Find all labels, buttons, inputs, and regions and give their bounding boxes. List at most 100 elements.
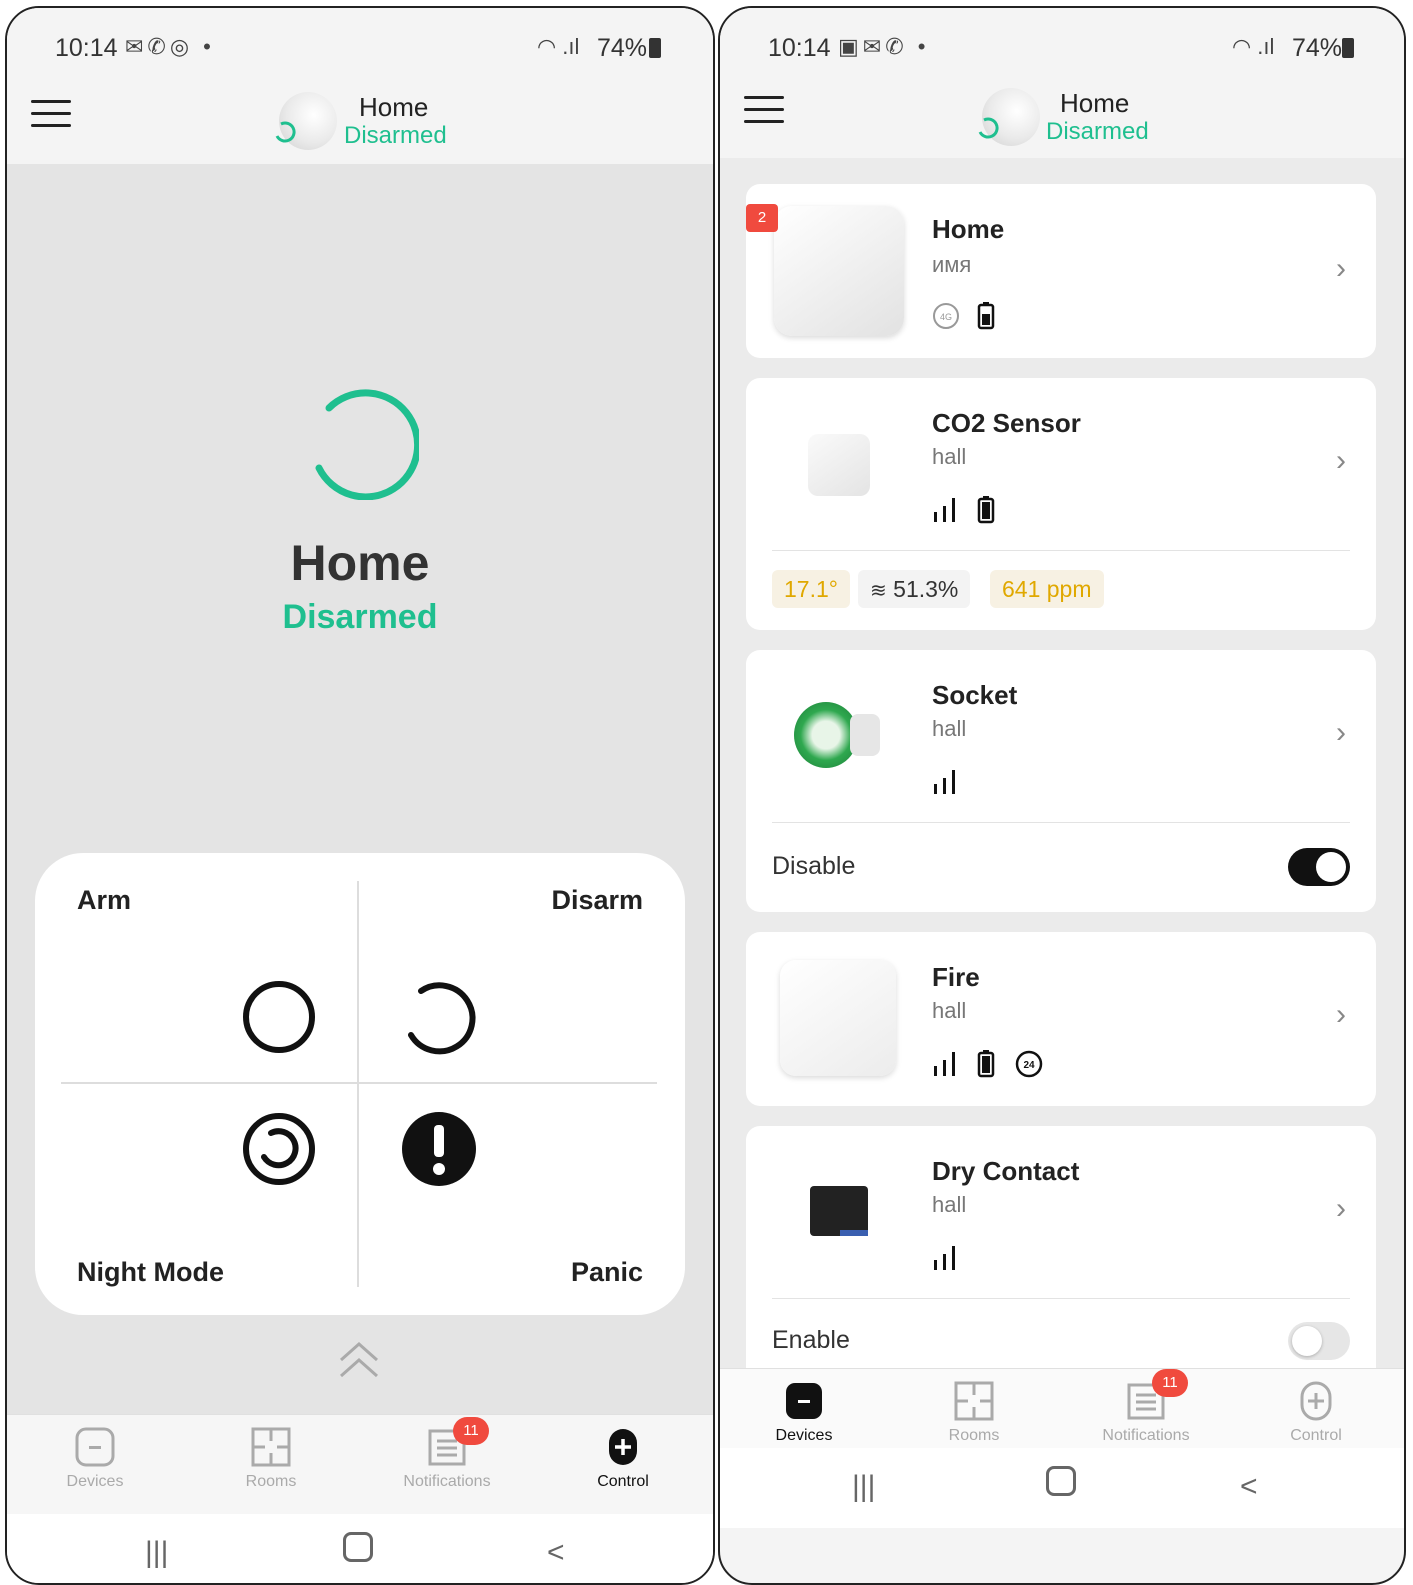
device-room: hall <box>932 716 967 741</box>
device-card-hub[interactable]: 2 Home имя 4G › <box>746 184 1376 358</box>
device-status-icons <box>932 496 996 526</box>
panel-divider-vertical <box>357 881 359 1287</box>
menu-icon[interactable] <box>31 100 71 130</box>
card-divider <box>772 1298 1350 1299</box>
device-status-icons <box>932 768 958 798</box>
fire-detector-image <box>780 960 896 1076</box>
chevron-right-icon[interactable]: › <box>1336 716 1346 750</box>
back-button[interactable]: < <box>1240 1470 1258 1504</box>
device-card-socket[interactable]: Socket hall › Disable <box>746 650 1376 912</box>
signal-strength-icon <box>934 770 955 794</box>
wifi-signal-icon: ◠ .ıl <box>537 34 580 59</box>
devices-icon <box>75 1427 115 1467</box>
notifications-badge: 11 <box>1152 1369 1188 1397</box>
header-status: Disarmed <box>344 122 447 149</box>
humidity-icon: ≋ <box>870 580 887 602</box>
device-card-co2-sensor[interactable]: CO2 Sensor hall › 17.1° ≋ 51.3% 641 ppm <box>746 378 1376 630</box>
arm-button[interactable] <box>239 977 319 1057</box>
dry-contact-toggle[interactable] <box>1288 1322 1350 1360</box>
nav-devices[interactable]: Devices <box>744 1381 864 1445</box>
devices-icon <box>786 1383 822 1419</box>
devices-screen: 10:14 ▣✉✆ • ◠ .ıl 74% Home Disarmed 2 Ho… <box>718 6 1406 1585</box>
security-control-panel: Arm Disarm Night Mode Panic <box>35 853 685 1315</box>
battery-icon <box>649 38 661 58</box>
battery-icon <box>978 302 995 330</box>
socket-power-toggle[interactable] <box>1288 848 1350 886</box>
header-status: Disarmed <box>1046 118 1149 145</box>
nav-notifications-label: Notifications <box>403 1473 491 1490</box>
temperature-chip: 17.1° <box>772 570 850 608</box>
chevron-right-icon[interactable]: › <box>1336 1192 1346 1226</box>
panel-divider-horizontal <box>61 1082 657 1084</box>
notification-icons: ▣✉✆ • <box>838 34 930 59</box>
disarm-button[interactable] <box>399 977 479 1057</box>
nav-rooms[interactable]: Rooms <box>211 1427 331 1491</box>
battery-level: 74% <box>1292 34 1343 62</box>
night-mode-button[interactable] <box>239 1109 319 1189</box>
device-card-dry-contact[interactable]: Dry Contact hall › Enable <box>746 1126 1376 1386</box>
nav-devices[interactable]: Devices <box>35 1427 155 1491</box>
device-name: Home <box>932 214 1005 244</box>
nav-control-label: Control <box>1290 1427 1342 1444</box>
dry-contact-toggle-label: Enable <box>772 1326 850 1354</box>
hub-avatar[interactable] <box>275 92 337 150</box>
menu-icon[interactable] <box>744 96 784 126</box>
notification-icons: ✉✆◎ • <box>125 34 215 59</box>
nav-notifications[interactable]: Notifications 11 <box>1086 1369 1206 1445</box>
home-button[interactable] <box>343 1532 373 1562</box>
chevron-right-icon[interactable]: › <box>1336 444 1346 478</box>
4g-icon: 4G <box>933 303 959 329</box>
wifi-signal-icon: ◠ .ıl <box>1232 34 1275 59</box>
panic-label: Panic <box>570 1257 643 1287</box>
hub-alert-badge: 2 <box>746 204 778 232</box>
signal-strength-icon <box>934 498 955 522</box>
nav-devices-label: Devices <box>775 1427 833 1444</box>
back-button[interactable]: < <box>547 1536 565 1570</box>
device-room: hall <box>932 998 967 1023</box>
recent-apps-button[interactable]: ||| <box>852 1470 875 1504</box>
nav-notifications-label: Notifications <box>1102 1427 1190 1444</box>
panic-button[interactable] <box>399 1109 479 1189</box>
night-mode-label: Night Mode <box>77 1257 224 1287</box>
recent-apps-button[interactable]: ||| <box>145 1536 168 1570</box>
socket-toggle-label: Disable <box>772 852 856 880</box>
nav-notifications[interactable]: Notifications 11 <box>387 1417 507 1491</box>
chevron-right-icon[interactable]: › <box>1336 998 1346 1032</box>
system-nav-bar: ||| < <box>7 1514 713 1583</box>
signal-strength-icon <box>934 1052 955 1076</box>
header-title: Home <box>359 92 429 122</box>
co2-sensor-image <box>808 434 870 496</box>
bottom-nav: Devices Rooms Notifications 11 Control <box>7 1414 713 1515</box>
nav-control[interactable]: Control <box>563 1427 683 1491</box>
svg-text:24: 24 <box>1023 1060 1035 1071</box>
toggle-knob <box>1292 1326 1322 1356</box>
disarmed-large-icon <box>315 389 419 500</box>
control-screen: 10:14 ✉✆◎ • ◠ .ıl 74% Home Disarmed Home… <box>5 6 715 1585</box>
disarm-label: Disarm <box>551 885 643 915</box>
disarmed-icon <box>978 117 999 139</box>
toggle-knob <box>1316 852 1346 882</box>
socket-image <box>794 702 880 768</box>
system-nav-bar: ||| < <box>720 1448 1404 1528</box>
app-header: Home Disarmed <box>7 78 713 164</box>
device-card-fire[interactable]: Fire hall 24 › <box>746 932 1376 1106</box>
nav-control-label: Control <box>597 1473 649 1490</box>
signal-strength-icon <box>934 1246 955 1270</box>
device-name: Fire <box>932 962 980 992</box>
nav-rooms[interactable]: Rooms <box>914 1381 1034 1445</box>
device-room: имя <box>932 252 972 277</box>
hub-avatar[interactable] <box>978 88 1040 146</box>
disarmed-icon <box>275 121 296 143</box>
bottom-nav: Devices Rooms Notifications 11 Control <box>720 1368 1404 1449</box>
rooms-icon <box>251 1427 291 1467</box>
expand-up-icon[interactable] <box>337 1338 381 1382</box>
card-divider <box>772 550 1350 551</box>
battery-level: 74% <box>597 34 648 62</box>
card-divider <box>772 822 1350 823</box>
svg-text:4G: 4G <box>940 312 952 322</box>
nav-control[interactable]: Control <box>1256 1381 1376 1445</box>
humidity-chip: ≋ 51.3% <box>858 570 971 608</box>
chevron-right-icon[interactable]: › <box>1336 252 1346 286</box>
home-button[interactable] <box>1046 1466 1076 1496</box>
nav-rooms-label: Rooms <box>245 1473 297 1490</box>
